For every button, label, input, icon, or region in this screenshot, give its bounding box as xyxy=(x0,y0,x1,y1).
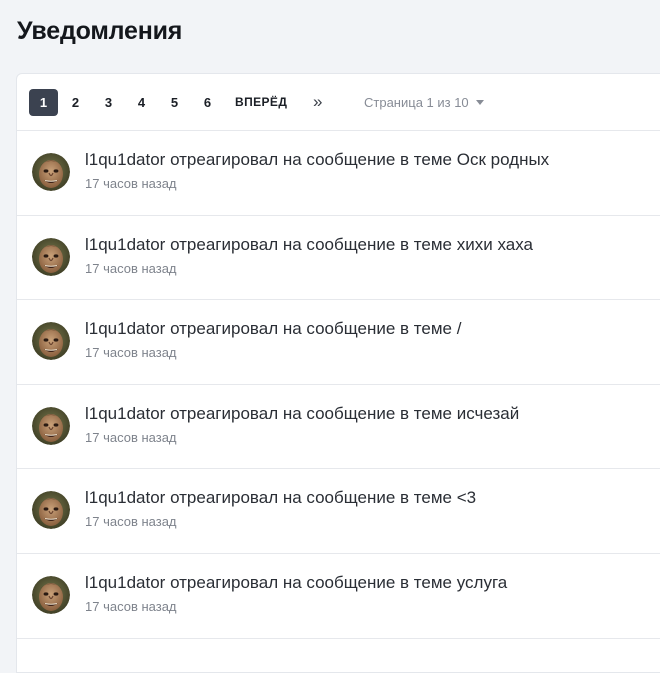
notification-time: 17 часов назад xyxy=(85,176,177,191)
notification-item[interactable]: l1qu1dator отреагировал на сообщение в т… xyxy=(17,554,660,639)
notification-list: l1qu1dator отреагировал на сообщение в т… xyxy=(17,131,660,639)
notification-text[interactable]: l1qu1dator отреагировал на сообщение в т… xyxy=(85,404,519,424)
face-avatar-icon[interactable] xyxy=(32,322,70,361)
page-title: Уведомления xyxy=(17,17,183,45)
notification-item[interactable]: l1qu1dator отреагировал на сообщение в т… xyxy=(17,216,660,301)
face-avatar-icon[interactable] xyxy=(32,491,70,530)
notification-text[interactable]: l1qu1dator отреагировал на сообщение в т… xyxy=(85,319,461,339)
pagination: 1 2 3 4 5 6 ВПЕРЁД » Страница 1 из 10 xyxy=(17,74,660,131)
face-avatar-icon[interactable] xyxy=(32,153,70,191)
page-jump-menu[interactable]: Страница 1 из 10 xyxy=(364,89,484,116)
page-1-button[interactable]: 1 xyxy=(29,89,58,116)
face-avatar-icon[interactable] xyxy=(32,237,70,276)
notification-item[interactable]: l1qu1dator отреагировал на сообщение в т… xyxy=(17,131,660,216)
page-2-button[interactable]: 2 xyxy=(62,89,89,116)
notification-text[interactable]: l1qu1dator отреагировал на сообщение в т… xyxy=(85,488,476,508)
notification-text[interactable]: l1qu1dator отреагировал на сообщение в т… xyxy=(85,573,507,593)
notification-time: 17 часов назад xyxy=(85,345,177,361)
notification-time: 17 часов назад xyxy=(85,598,177,614)
notification-time: 17 часов назад xyxy=(85,429,177,445)
notification-time: 17 часов назад xyxy=(85,514,177,530)
notification-text[interactable]: l1qu1dator отреагировал на сообщение в т… xyxy=(85,150,549,170)
notification-time: 17 часов назад xyxy=(85,260,177,276)
next-page-button[interactable]: ВПЕРЁД xyxy=(235,89,287,116)
last-page-button[interactable]: » xyxy=(313,89,322,116)
notification-item[interactable]: l1qu1dator отреагировал на сообщение в т… xyxy=(17,300,660,385)
page-5-button[interactable]: 5 xyxy=(161,89,188,116)
page-3-button[interactable]: 3 xyxy=(95,89,122,116)
caret-down-icon xyxy=(475,100,484,105)
notification-text[interactable]: l1qu1dator отреагировал на сообщение в т… xyxy=(85,235,533,255)
page-4-button[interactable]: 4 xyxy=(128,89,155,116)
notification-item[interactable]: l1qu1dator отреагировал на сообщение в т… xyxy=(17,469,660,554)
face-avatar-icon[interactable] xyxy=(32,575,70,614)
face-avatar-icon[interactable] xyxy=(32,406,70,445)
notifications-panel: 1 2 3 4 5 6 ВПЕРЁД » Страница 1 из 10 l1… xyxy=(16,73,660,673)
notification-item[interactable]: l1qu1dator отреагировал на сообщение в т… xyxy=(17,385,660,470)
page-6-button[interactable]: 6 xyxy=(194,89,221,116)
page-indicator-label: Страница 1 из 10 xyxy=(364,95,469,110)
